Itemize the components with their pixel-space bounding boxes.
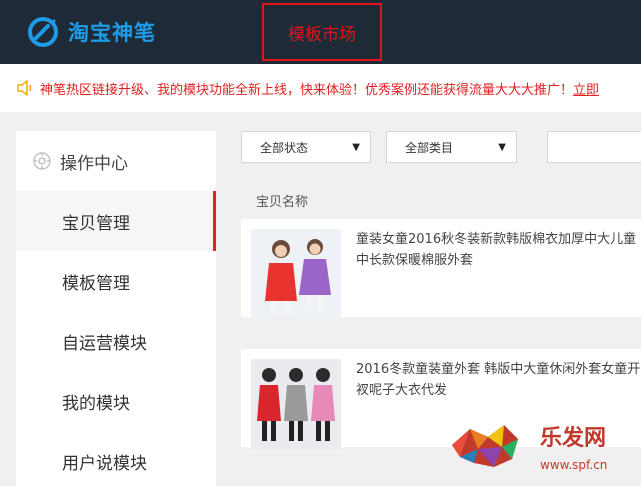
sidebar-item-user-says-modules[interactable]: 用户说模块 <box>16 431 216 486</box>
pen-logo-icon <box>28 17 58 47</box>
column-header-product-name: 宝贝名称 <box>256 195 309 210</box>
gear-icon <box>33 152 51 170</box>
sidebar-header-label: 操作中心 <box>60 153 128 174</box>
sidebar: 操作中心 宝贝管理 模板管理 自运营模块 我的模块 用户说模块 <box>16 131 216 486</box>
product-thumbnail <box>251 359 341 449</box>
speaker-icon <box>17 80 32 96</box>
sidebar-item-label: 用户说模块 <box>62 453 147 474</box>
status-filter-value: 全部状态 <box>260 140 309 155</box>
sidebar-item-label: 宝贝管理 <box>62 213 130 234</box>
sidebar-item-label: 我的模块 <box>62 393 130 414</box>
category-filter-value: 全部类目 <box>405 140 454 155</box>
sidebar-item-label: 模板管理 <box>62 273 130 294</box>
tab-template-market[interactable]: 模板市场 <box>262 3 382 61</box>
sidebar-item-self-operated-modules[interactable]: 自运营模块 <box>16 311 216 371</box>
watermark-brand: 乐发网 <box>540 425 606 451</box>
top-bar: 淘宝神笔 模板市场 <box>0 0 641 64</box>
watermark-url: www.spf.cn <box>540 458 607 472</box>
sidebar-item-my-modules[interactable]: 我的模块 <box>16 371 216 431</box>
category-filter-select[interactable]: 全部类目 ▼ <box>386 131 517 163</box>
sidebar-item-label: 自运营模块 <box>62 333 147 354</box>
product-row[interactable]: 童装女童2016秋冬装新款韩版棉衣加厚中大儿童中长款保暖棉服外套 <box>241 219 641 319</box>
product-title[interactable]: 童装女童2016秋冬装新款韩版棉衣加厚中大儿童中长款保暖棉服外套 <box>356 229 641 271</box>
status-filter-select[interactable]: 全部状态 ▼ <box>241 131 371 163</box>
logo-text: 淘宝神笔 <box>68 21 156 45</box>
sidebar-item-template-management[interactable]: 模板管理 <box>16 251 216 311</box>
sidebar-item-product-management[interactable]: 宝贝管理 <box>16 191 216 251</box>
search-input[interactable] <box>547 131 641 163</box>
product-title[interactable]: 2016冬款童装童外套 韩版中大童休闲外套女童开衩呢子大衣代发 <box>356 359 641 401</box>
product-thumbnail <box>251 229 341 319</box>
dropdown-caret-icon: ▼ <box>498 141 506 153</box>
logo[interactable]: 淘宝神笔 <box>26 14 156 50</box>
sidebar-header: 操作中心 <box>16 131 216 191</box>
notice-bar: 神笔热区链接升级、我的模块功能全新上线，快来体验！优秀案例还能获得流量大大大推广… <box>0 64 641 112</box>
watermark-logo: 乐发网 www.spf.cn <box>448 415 638 483</box>
notice-text: 神笔热区链接升级、我的模块功能全新上线，快来体验！优秀案例还能获得流量大大大推广… <box>40 82 574 98</box>
notice-link[interactable]: 立即 <box>573 79 599 98</box>
dropdown-caret-icon: ▼ <box>352 141 360 153</box>
